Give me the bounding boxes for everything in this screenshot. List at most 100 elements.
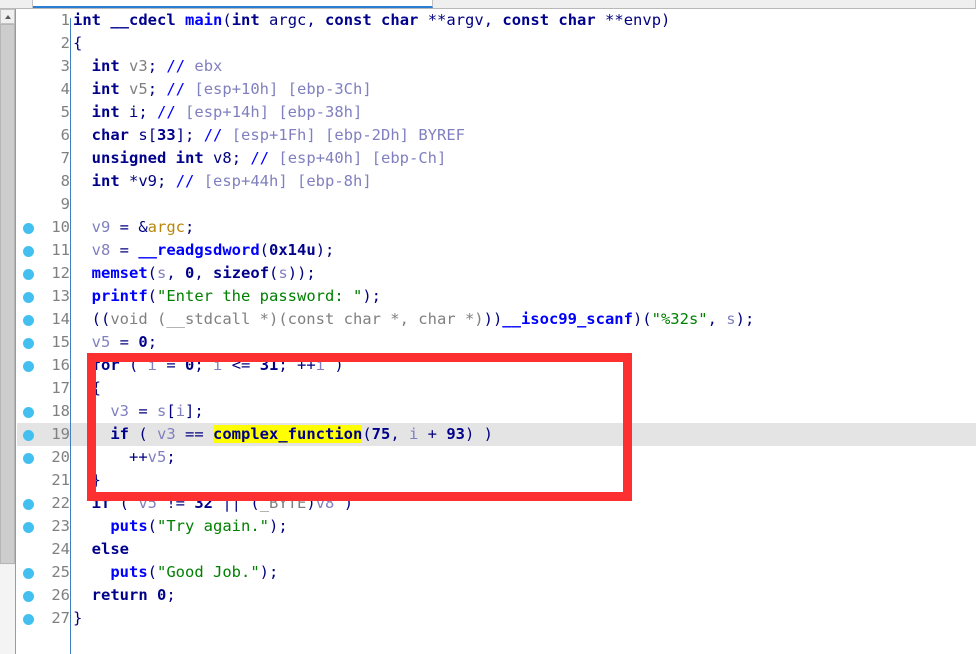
vertical-scrollbar[interactable] xyxy=(0,9,16,654)
tab-1-active[interactable] xyxy=(33,0,433,8)
line-number: 27 xyxy=(51,609,70,627)
code-token: ( xyxy=(147,287,158,305)
code-token: v8 xyxy=(91,241,111,259)
code-text: puts("Try again."); xyxy=(73,515,288,538)
code-line-15[interactable]: 15 v5 = 0; xyxy=(17,331,976,354)
code-token: ); xyxy=(259,563,279,581)
code-token: ) xyxy=(306,494,316,512)
code-token: (( xyxy=(91,310,111,328)
code-token: )) xyxy=(483,310,503,328)
code-token: ); xyxy=(315,241,335,259)
scroll-up-button[interactable] xyxy=(0,9,15,24)
code-token: argc xyxy=(147,218,185,236)
code-token: ( xyxy=(110,494,139,512)
code-line-23[interactable]: 23 puts("Try again."); xyxy=(17,515,976,538)
code-line-2[interactable]: 2{ xyxy=(17,32,976,55)
code-token: s xyxy=(138,126,148,144)
code-line-4[interactable]: 4 int v5; // [esp+10h] [ebp-3Ch] xyxy=(17,78,976,101)
code-token: [ xyxy=(166,402,176,420)
code-token: ; xyxy=(147,57,167,75)
code-line-26[interactable]: 26 return 0; xyxy=(17,584,976,607)
code-line-1[interactable]: 1 int __cdecl main(int argc, const char *… xyxy=(17,9,976,32)
code-line-3[interactable]: 3 int v3; // ebx xyxy=(17,55,976,78)
code-token: ; xyxy=(231,149,251,167)
code-text: } xyxy=(73,607,82,630)
code-token: != xyxy=(157,494,195,512)
code-token: ( xyxy=(362,425,372,443)
code-token: main xyxy=(185,11,223,29)
line-number: 11 xyxy=(51,241,70,259)
code-line-14[interactable]: 14 ((void (__stdcall *)(const char *, ch… xyxy=(17,308,976,331)
code-line-10[interactable]: 10 v9 = &argc; xyxy=(17,216,976,239)
code-token: ); xyxy=(268,517,288,535)
code-token: memset xyxy=(91,264,148,282)
code-token: envp xyxy=(623,11,662,29)
code-token: { xyxy=(73,34,83,52)
code-line-13[interactable]: 13 printf("Enter the password: "); xyxy=(17,285,976,308)
line-number: 3 xyxy=(60,57,70,75)
code-token: "Enter the password: " xyxy=(157,287,363,305)
code-token: argv xyxy=(446,11,484,29)
code-token: ) xyxy=(325,356,344,374)
code-token: if xyxy=(110,425,129,443)
scrollbar-thumb[interactable] xyxy=(0,24,15,564)
code-line-6[interactable]: 6 char s[33]; // [esp+1Fh] [ebp-2Dh] BYR… xyxy=(17,124,976,147)
code-token: int xyxy=(91,57,120,75)
code-line-22[interactable]: 22 if ( v5 != 32 || (_BYTE)v8 ) xyxy=(17,492,976,515)
line-number: 19 xyxy=(51,425,70,443)
code-text: v9 = &argc; xyxy=(73,216,195,239)
code-token: <= xyxy=(222,356,260,374)
code-token: int xyxy=(175,149,204,167)
code-token: , xyxy=(390,425,409,443)
code-text: printf("Enter the password: "); xyxy=(73,285,381,308)
code-token: , xyxy=(166,264,186,282)
code-line-8[interactable]: 8 int *v9; // [esp+44h] [ebp-8h] xyxy=(17,170,976,193)
code-line-5[interactable]: 5 int i; // [esp+14h] [ebp-38h] xyxy=(17,101,976,124)
code-token: v8 xyxy=(213,149,232,167)
code-line-27[interactable]: 27} xyxy=(17,607,976,630)
code-line-20[interactable]: 20 ++v5; xyxy=(17,446,976,469)
code-line-16[interactable]: 16 for ( i = 0; i <= 31; ++i ) xyxy=(17,354,976,377)
line-number: 20 xyxy=(51,448,70,466)
line-number: 9 xyxy=(60,195,70,213)
code-line-18[interactable]: 18 v3 = s[i]; xyxy=(17,400,976,423)
code-token: ) xyxy=(661,11,671,29)
code-token: 75 xyxy=(371,425,391,443)
tab-0[interactable] xyxy=(0,0,33,8)
code-line-11[interactable]: 11 v8 = __readgsdword(0x14u); xyxy=(17,239,976,262)
code-line-19[interactable]: 19 if ( v3 == complex_function(75, i + 9… xyxy=(17,423,976,446)
code-token: )( xyxy=(632,310,652,328)
code-line-25[interactable]: 25 puts("Good Job."); xyxy=(17,561,976,584)
code-token: v5 xyxy=(129,80,148,98)
code-line-24[interactable]: 24 else xyxy=(17,538,976,561)
code-token: ( xyxy=(147,563,157,581)
code-token: v3 xyxy=(110,402,129,420)
code-line-17[interactable]: 17 { xyxy=(17,377,976,400)
code-token: ; ++ xyxy=(278,356,316,374)
code-token: "%32s" xyxy=(651,310,708,328)
pseudocode-view[interactable]: 1 int __cdecl main(int argc, const char *… xyxy=(17,9,976,654)
code-token: ebx xyxy=(185,57,223,75)
tab-2[interactable] xyxy=(433,0,976,8)
code-text: memset(s, 0, sizeof(s)); xyxy=(73,262,316,285)
code-line-7[interactable]: 7 unsigned int v8; // [esp+40h] [ebp-Ch] xyxy=(17,147,976,170)
code-token: __readgsdword xyxy=(138,241,260,259)
scrollbar-track[interactable] xyxy=(0,565,15,654)
code-line-12[interactable]: 12 memset(s, 0, sizeof(s)); xyxy=(17,262,976,285)
code-line-21[interactable]: 21 } xyxy=(17,469,976,492)
code-token: ( xyxy=(222,11,232,29)
code-token: ]; xyxy=(185,402,204,420)
code-token: else xyxy=(91,540,129,558)
code-token: = xyxy=(110,333,139,351)
code-line-9[interactable]: 9 xyxy=(17,193,976,216)
code-lines: 1 int __cdecl main(int argc, const char *… xyxy=(17,9,976,630)
code-token: * xyxy=(119,172,139,190)
